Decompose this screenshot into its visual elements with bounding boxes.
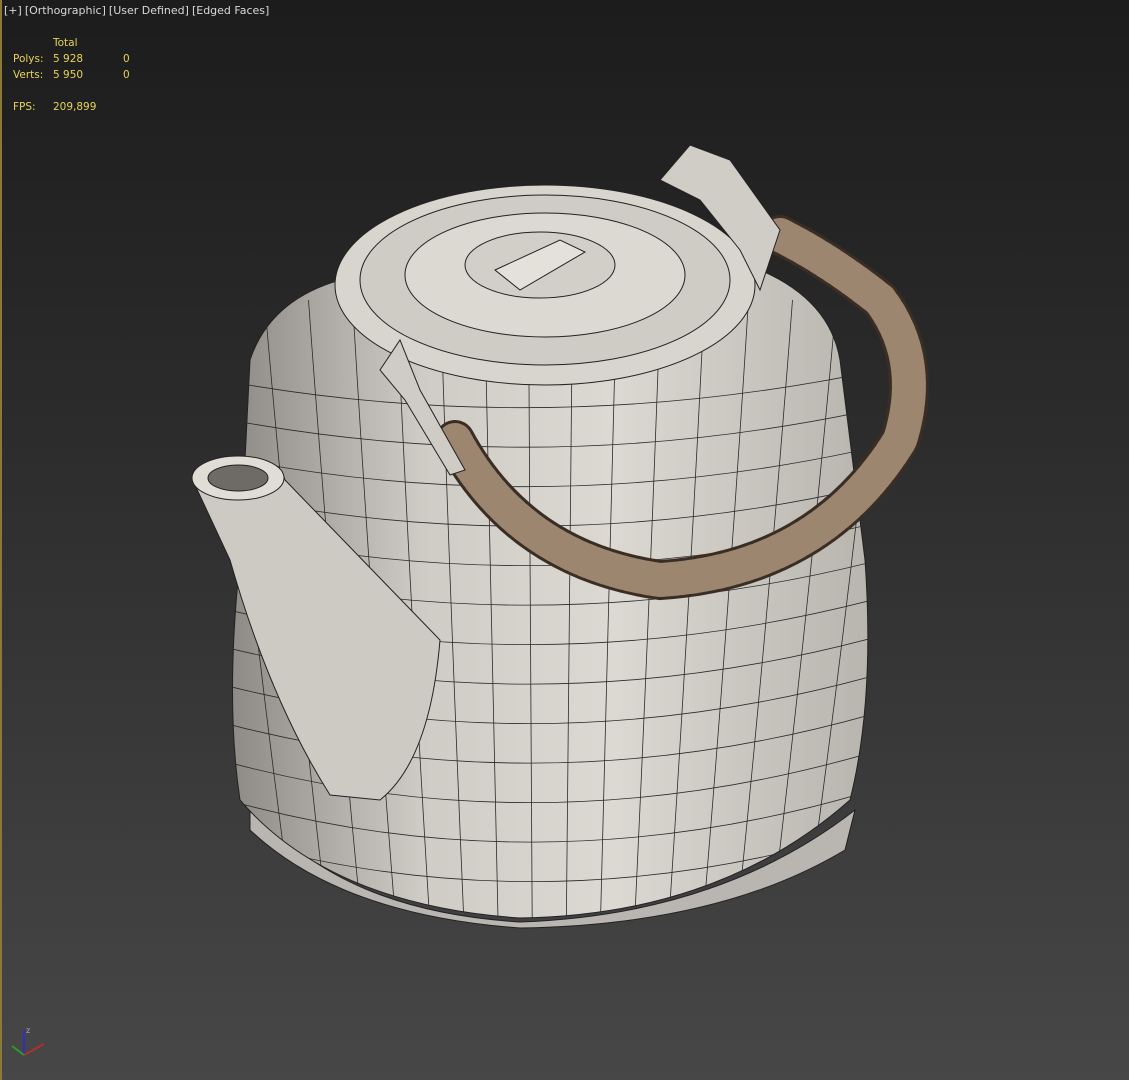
- y-axis: [11, 1045, 25, 1056]
- axis-gizmo: z: [11, 1026, 45, 1056]
- teapot-model[interactable]: [0, 0, 1129, 1080]
- x-axis: [23, 1043, 45, 1056]
- z-label: z: [26, 1026, 30, 1035]
